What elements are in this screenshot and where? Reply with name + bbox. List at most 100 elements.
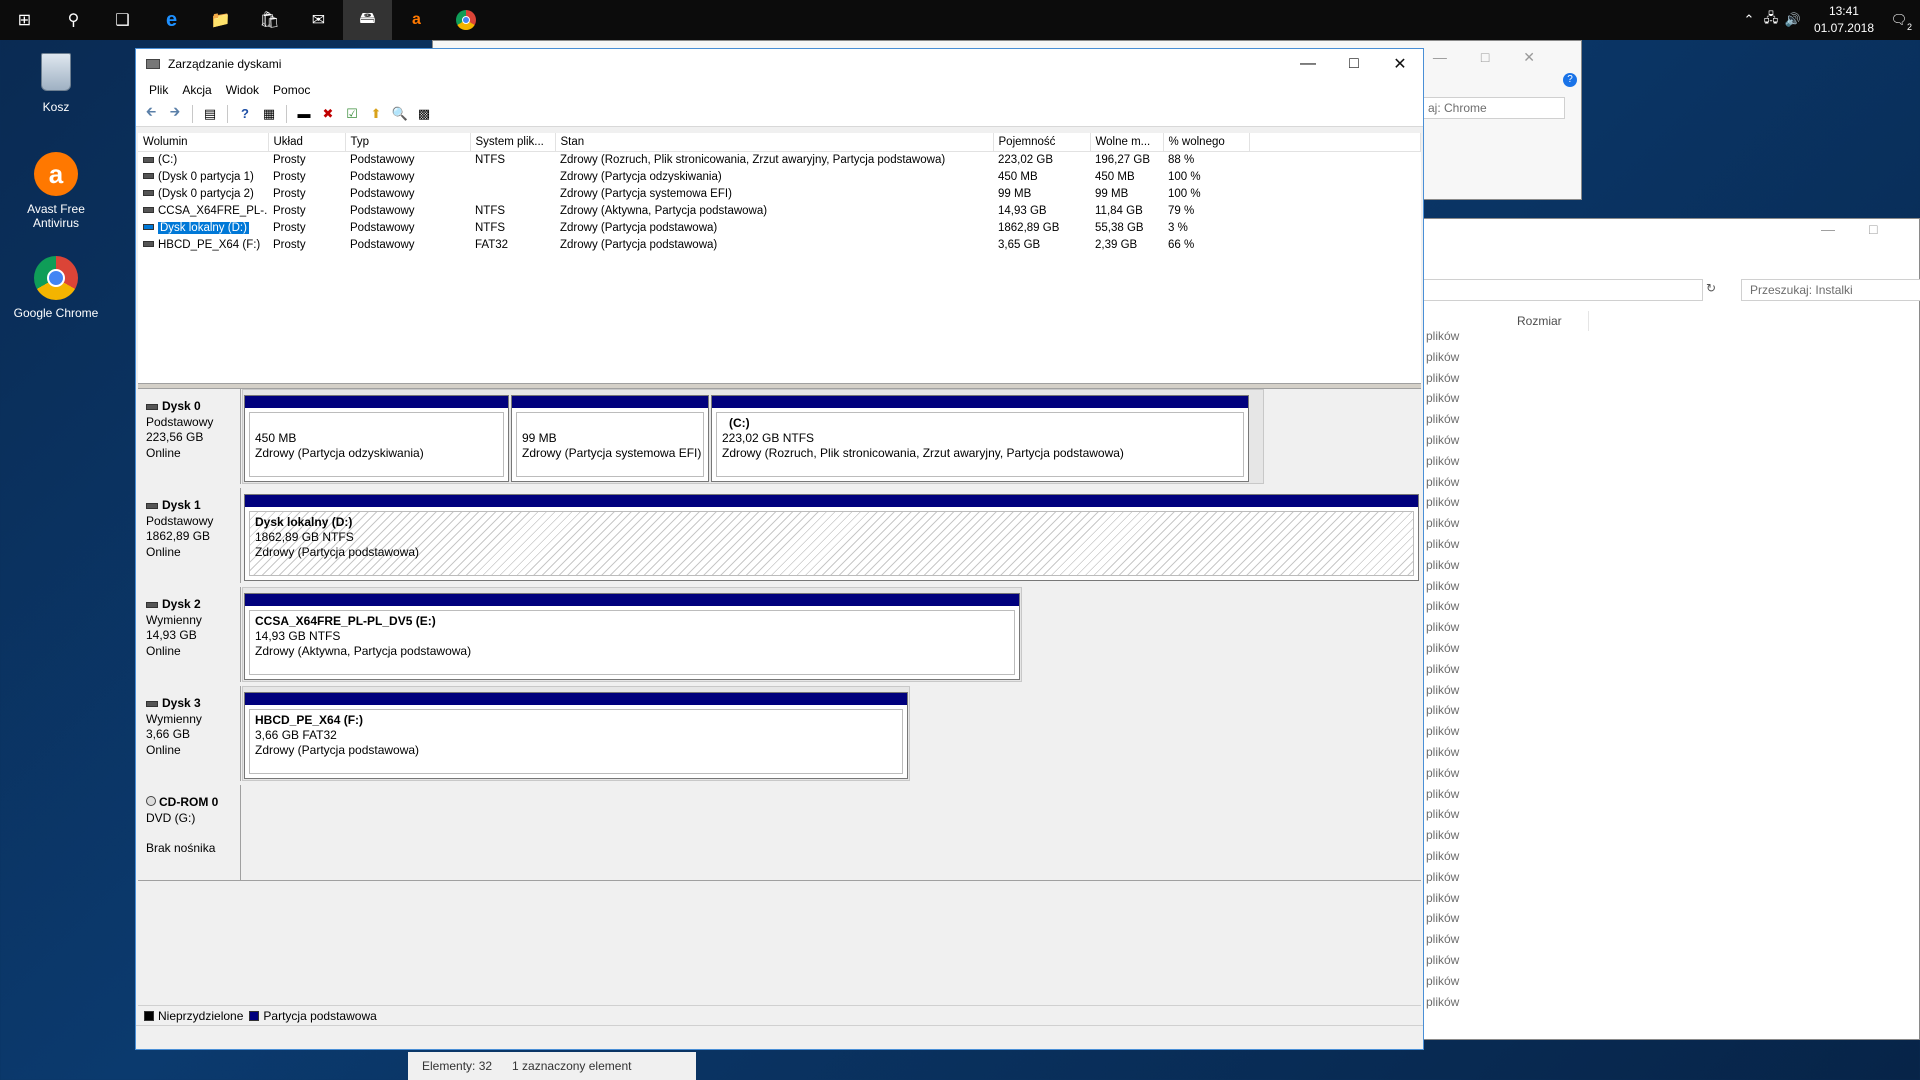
taskbar-chrome[interactable] [441,0,490,40]
list-item[interactable]: plików [1426,347,1459,368]
list-item[interactable]: plików [1426,992,1459,1013]
partition-selected[interactable]: Dysk lokalny (D:) 1862,89 GB NTFS Zdrowy (… [244,494,1419,581]
network-icon[interactable]: 🖧 [1760,9,1782,31]
column-header-filesystem[interactable]: System plik... [470,133,556,152]
background-window-explorer[interactable]: —□ ↻ Przeszukaj: Instalki Rozmiar [1420,218,1920,1040]
settings-panel-icon[interactable]: ▩ [415,105,433,123]
column-header-layout[interactable]: Układ [268,133,346,152]
menu-pomoc[interactable]: Pomoc [266,83,317,97]
list-item[interactable]: plików [1426,950,1459,971]
list-item[interactable]: plików [1426,971,1459,992]
menu-akcja[interactable]: Akcja [175,83,218,97]
back-arrow-icon[interactable]: 🡰 [142,104,160,123]
help-icon[interactable]: ? [236,105,254,123]
list-item[interactable]: plików [1426,492,1459,513]
refresh-icon[interactable]: ↻ [1706,281,1716,295]
disk-label[interactable]: Dysk 0 Podstawowy 223,56 GB Online [138,389,241,484]
list-item[interactable]: plików [1426,867,1459,888]
list-item[interactable]: plików [1426,576,1459,597]
desktop-icon-recycle-bin[interactable]: Kosz [8,48,104,114]
bg-search-installs[interactable]: Przeszukaj: Instalki [1741,279,1920,301]
list-item[interactable]: plików [1426,908,1459,929]
volume-row[interactable]: (C:) Prosty Podstawowy NTFS Zdrowy (Rozruch,… [138,151,1421,168]
menu-plik[interactable]: Plik [142,83,175,97]
column-header-free[interactable]: Wolne m... [1090,133,1164,152]
list-item[interactable]: plików [1426,513,1459,534]
taskbar-avast[interactable]: a [392,0,441,40]
list-item[interactable]: plików [1426,534,1459,555]
start-button[interactable]: ⊞ [0,0,49,40]
partition[interactable]: 450 MB Zdrowy (Partycja odzyskiwania) [244,395,509,482]
disk-label[interactable]: CD-ROM 0 DVD (G:) Brak nośnika [138,785,241,880]
partition[interactable]: (C:) 223,02 GB NTFS Zdrowy (Rozruch, Plik … [711,395,1249,482]
taskbar-mail[interactable]: ✉ [294,0,343,40]
close-button[interactable]: ✕ [1377,49,1423,79]
bg-search-chrome[interactable]: aj: Chrome [1423,97,1565,119]
console-tree-icon[interactable]: ▤ [201,105,219,123]
menu-widok[interactable]: Widok [219,83,266,97]
minimize-button[interactable]: — [1285,49,1331,79]
properties-icon[interactable]: ▦ [260,105,278,123]
task-view-button[interactable]: ❑ [98,0,147,40]
search-folder-icon[interactable]: 🔍 [391,105,409,123]
forward-arrow-icon[interactable]: 🡲 [166,104,184,123]
list-item[interactable]: plików [1426,825,1459,846]
list-item[interactable]: plików [1426,326,1459,347]
disk-label[interactable]: Dysk 3 Wymienny 3,66 GB Online [138,686,241,781]
list-item[interactable]: plików [1426,596,1459,617]
check-icon[interactable]: ☑ [343,105,361,123]
volume-row[interactable]: (Dysk 0 partycja 2) Prosty Podstawowy Zdrow… [138,185,1421,202]
bg-address-bar[interactable] [1421,279,1703,301]
connect-drive-icon[interactable]: ▬ [295,105,313,123]
list-item[interactable]: plików [1426,721,1459,742]
list-item[interactable]: plików [1426,700,1459,721]
list-item[interactable]: plików [1426,638,1459,659]
list-item[interactable]: plików [1426,409,1459,430]
list-item[interactable]: plików [1426,804,1459,825]
partition[interactable]: 99 MB Zdrowy (Partycja systemowa EFI) [511,395,709,482]
partition[interactable]: CCSA_X64FRE_PL-PL_DV5 (E:) 14,93 GB NTFS Z… [244,593,1020,680]
list-item[interactable]: plików [1426,680,1459,701]
chevron-up-icon[interactable]: ⌃ [1738,12,1760,28]
column-header-volume[interactable]: Wolumin [138,133,269,152]
delete-icon[interactable]: ✖ [319,105,337,123]
column-header-capacity[interactable]: Pojemność [993,133,1091,152]
taskbar-disk-management[interactable]: 🖴 [343,0,392,40]
volume-row[interactable]: CCSA_X64FRE_PL-... Prosty Podstawowy NTFS Zd… [138,202,1421,219]
up-folder-icon[interactable]: ⬆ [367,105,385,123]
list-item[interactable]: plików [1426,451,1459,472]
list-item[interactable]: plików [1426,763,1459,784]
volume-row[interactable]: (Dysk 0 partycja 1) Prosty Podstawowy Zdrow… [138,168,1421,185]
volume-row[interactable]: HBCD_PE_X64 (F:) Prosty Podstawowy FAT32 Zdr… [138,236,1421,253]
disk-label[interactable]: Dysk 2 Wymienny 14,93 GB Online [138,587,241,682]
list-item[interactable]: plików [1426,742,1459,763]
volume-row[interactable]: Dysk lokalny (D:) Prosty Podstawowy NTFS Zdr… [138,219,1421,236]
list-item[interactable]: plików [1426,888,1459,909]
list-item[interactable]: plików [1426,472,1459,493]
list-item[interactable]: plików [1426,659,1459,680]
help-icon[interactable]: ? [1563,73,1577,87]
column-header-size[interactable]: Rozmiar [1509,311,1589,331]
list-item[interactable]: plików [1426,368,1459,389]
column-header-type[interactable]: Typ [345,133,471,152]
list-item[interactable]: plików [1426,388,1459,409]
list-item[interactable]: plików [1426,846,1459,867]
list-item[interactable]: plików [1426,555,1459,576]
clock[interactable]: 13:41 01.07.2018 [1814,3,1874,37]
taskbar-store[interactable]: 🛍 [245,0,294,40]
list-item[interactable]: plików [1426,784,1459,805]
title-bar[interactable]: Zarządzanie dyskami — □ ✕ [136,49,1423,79]
partition[interactable]: HBCD_PE_X64 (F:) 3,66 GB FAT32 Zdrowy (Par… [244,692,908,779]
search-button[interactable]: ⚲ [49,0,98,40]
column-header-percent-free[interactable]: % wolnego [1163,133,1250,152]
desktop-icon-chrome[interactable]: Google Chrome [8,254,104,320]
list-item[interactable]: plików [1426,929,1459,950]
desktop-icon-avast[interactable]: a Avast Free Antivirus [8,150,104,230]
notification-icon[interactable]: 🗨 2 [1888,12,1912,32]
list-item[interactable]: plików [1426,430,1459,451]
taskbar-explorer[interactable]: 📁 [196,0,245,40]
disk-label[interactable]: Dysk 1 Podstawowy 1862,89 GB Online [138,488,241,583]
taskbar-edge[interactable]: e [147,0,196,40]
maximize-button[interactable]: □ [1331,49,1377,79]
column-header-status[interactable]: Stan [555,133,994,152]
